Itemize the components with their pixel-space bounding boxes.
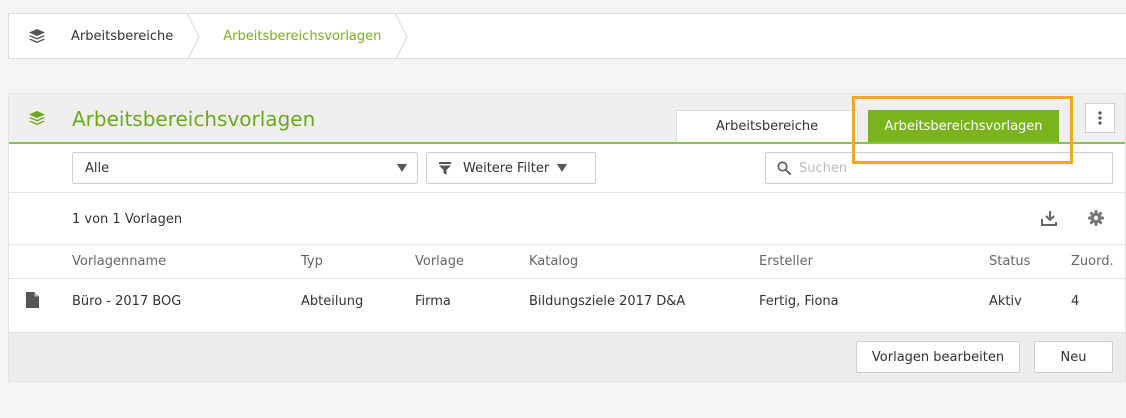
kebab-menu-icon: [1098, 111, 1102, 125]
filter-row: Alle Weitere Filter: [9, 144, 1125, 193]
table-row[interactable]: Büro - 2017 BOG Abteilung Firma Bildungs…: [9, 279, 1125, 323]
filter-select-value: Alle: [85, 160, 110, 176]
page-title: Arbeitsbereichsvorlagen: [72, 107, 316, 131]
breadcrumb-separator: [395, 13, 408, 61]
tab-arbeitsbereichsvorlagen[interactable]: Arbeitsbereichsvorlagen: [868, 110, 1059, 142]
layers-icon: [29, 111, 45, 125]
more-filter-button[interactable]: Weitere Filter: [426, 152, 596, 184]
edit-templates-button[interactable]: Vorlagen bearbeiten: [856, 341, 1020, 373]
download-icon[interactable]: [1041, 210, 1057, 226]
column-header[interactable]: Katalog: [529, 245, 578, 278]
result-count: 1 von 1 Vorlagen: [72, 212, 183, 227]
column-header[interactable]: Zuord.: [1071, 245, 1114, 278]
layers-icon[interactable]: [9, 14, 65, 58]
cell-zuord: 4: [1071, 293, 1080, 309]
tab-arbeitsbereiche[interactable]: Arbeitsbereiche: [676, 110, 858, 142]
more-filter-label: Weitere Filter: [463, 160, 550, 176]
cell-ersteller: Fertig, Fiona: [759, 293, 839, 309]
gear-icon[interactable]: [1088, 210, 1104, 226]
breadcrumb-item-arbeitsbereiche[interactable]: Arbeitsbereiche: [65, 13, 200, 61]
filter-select[interactable]: Alle: [72, 152, 418, 184]
breadcrumb-label: Arbeitsbereichsvorlagen: [223, 28, 382, 44]
caret-down-icon: [397, 164, 407, 172]
new-button[interactable]: Neu: [1034, 341, 1113, 373]
count-row: 1 von 1 Vorlagen: [9, 193, 1125, 245]
panel-footer: Vorlagen bearbeiten Neu: [9, 332, 1125, 381]
kebab-menu-button[interactable]: [1085, 103, 1115, 133]
column-header[interactable]: Vorlagenname: [72, 245, 166, 278]
document-icon: [26, 292, 39, 308]
column-header[interactable]: Typ: [301, 245, 323, 278]
breadcrumb-label: Arbeitsbereiche: [71, 28, 174, 44]
breadcrumb-separator: [187, 13, 200, 61]
column-header[interactable]: Ersteller: [759, 245, 813, 278]
column-header[interactable]: Vorlage: [415, 245, 464, 278]
search-icon: [777, 161, 791, 175]
table-header: Vorlagenname Typ Vorlage Katalog Erstell…: [9, 245, 1125, 279]
search-input[interactable]: [799, 160, 1089, 176]
caret-down-icon: [557, 164, 568, 172]
filter-icon: [439, 161, 451, 175]
search-box[interactable]: [765, 152, 1113, 184]
column-header[interactable]: Status: [989, 245, 1030, 278]
templates-panel: Arbeitsbereichsvorlagen Arbeitsbereiche …: [8, 93, 1126, 382]
cell-vorlage: Firma: [415, 293, 451, 309]
panel-header: Arbeitsbereichsvorlagen Arbeitsbereiche …: [9, 94, 1125, 164]
cell-katalog: Bildungsziele 2017 D&A: [529, 293, 686, 309]
cell-status: Aktiv: [989, 293, 1022, 309]
cell-name: Büro - 2017 BOG: [72, 293, 182, 309]
breadcrumb: Arbeitsbereiche Arbeitsbereichsvorlagen: [8, 13, 1126, 61]
breadcrumb-item-arbeitsbereichsvorlagen[interactable]: Arbeitsbereichsvorlagen: [199, 13, 408, 61]
cell-typ: Abteilung: [301, 293, 364, 309]
